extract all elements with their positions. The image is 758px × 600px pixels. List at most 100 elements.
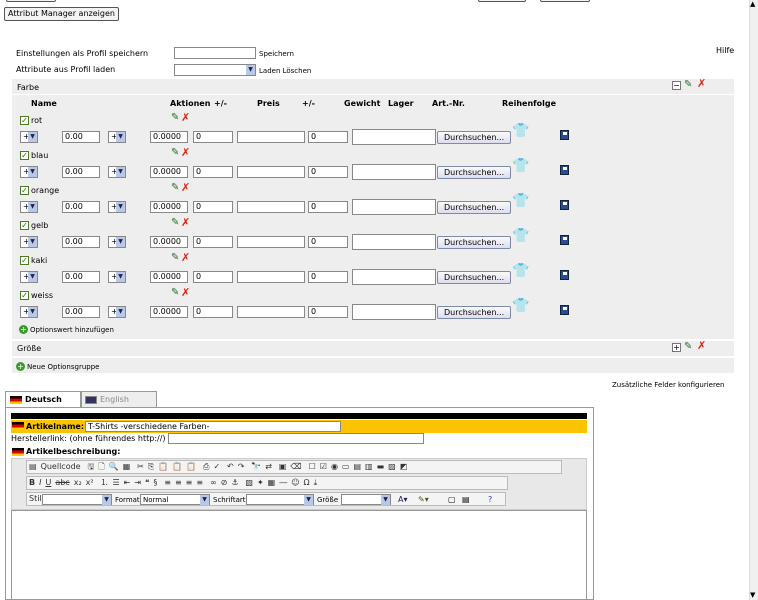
radio-icon[interactable]: ◉	[331, 461, 338, 473]
paste-text-icon[interactable]: 📋	[172, 461, 182, 473]
option-checkbox[interactable]: ✓	[20, 186, 29, 195]
checkbox-icon[interactable]: ☑	[320, 461, 327, 473]
file-input[interactable]	[352, 304, 436, 320]
edit-option-icon[interactable]: ✎	[171, 287, 179, 298]
price-sign-select[interactable]: + ▼	[20, 166, 38, 178]
scroll-down-icon[interactable]: ▼	[750, 591, 755, 599]
textarea-icon[interactable]: ▤	[353, 461, 361, 473]
flash-icon[interactable]: ✦	[257, 477, 264, 489]
edit-option-icon[interactable]: ✎	[171, 112, 179, 123]
source-button[interactable]: Quellcode	[41, 461, 81, 473]
delete-option-icon[interactable]: ✗	[181, 146, 190, 159]
form-icon[interactable]: ☐	[309, 461, 316, 473]
maximize-icon[interactable]: ▢	[448, 495, 456, 504]
new-page-icon[interactable]: 🗋	[98, 461, 104, 473]
top-button-left[interactable]	[6, 0, 56, 2]
hr-icon[interactable]: ―	[279, 477, 287, 489]
price-input[interactable]: 0.00	[62, 201, 100, 213]
align-center-icon[interactable]: ≡	[175, 477, 182, 489]
scroll-up-icon[interactable]: ▲	[750, 0, 755, 8]
italic-icon[interactable]: I	[39, 477, 41, 489]
edit-group-groesse-icon[interactable]: ✎	[684, 341, 692, 352]
order-input[interactable]: 0	[308, 131, 348, 143]
weight-input[interactable]: 0.0000	[150, 201, 188, 213]
stock-input[interactable]: 0	[193, 236, 233, 248]
file-input[interactable]	[352, 269, 436, 285]
select-icon[interactable]: ▥	[365, 461, 373, 473]
about-icon[interactable]: ?	[488, 495, 492, 504]
blockquote-icon[interactable]: ❝	[145, 477, 149, 489]
order-input[interactable]: 0	[308, 201, 348, 213]
extra-fields-link[interactable]: Zusätzliche Felder konfigurieren	[612, 381, 724, 389]
price-input[interactable]: 0.00	[62, 166, 100, 178]
profile-name-input[interactable]	[174, 47, 256, 59]
delete-option-icon[interactable]: ✗	[181, 216, 190, 229]
option-checkbox[interactable]: ✓	[20, 116, 29, 125]
weight-input[interactable]: 0.0000	[150, 166, 188, 178]
underline-icon[interactable]: U	[45, 477, 51, 489]
save-option-icon[interactable]	[560, 270, 569, 280]
help-link[interactable]: Hilfe	[716, 46, 734, 55]
delete-group-groesse-icon[interactable]: ✗	[697, 339, 706, 352]
weight-sign-select[interactable]: + ▼	[108, 166, 126, 178]
edit-option-icon[interactable]: ✎	[171, 182, 179, 193]
delete-option-icon[interactable]: ✗	[181, 181, 190, 194]
weight-sign-select[interactable]: + ▼	[108, 201, 126, 213]
attr-manager-button[interactable]: Attribut Manager anzeigen	[4, 7, 119, 21]
option-checkbox[interactable]: ✓	[20, 221, 29, 230]
div-icon[interactable]: §	[153, 477, 157, 489]
browse-button[interactable]: Durchsuchen...	[437, 166, 512, 179]
browse-button[interactable]: Durchsuchen...	[437, 236, 512, 249]
templates-icon[interactable]: ▦	[123, 461, 131, 473]
save-doc-icon[interactable]: 🖫	[87, 461, 94, 473]
bold-icon[interactable]: B	[29, 477, 35, 489]
browse-button[interactable]: Durchsuchen...	[437, 131, 512, 144]
size-select[interactable]: ▼	[341, 494, 391, 505]
format-select[interactable]: Normal ▼	[140, 494, 210, 505]
edit-option-icon[interactable]: ✎	[171, 147, 179, 158]
top-button-right[interactable]	[540, 0, 590, 2]
file-input[interactable]	[352, 129, 436, 145]
new-group-link[interactable]: Neue Optionsgruppe	[27, 363, 99, 371]
delete-option-icon[interactable]: ✗	[181, 111, 190, 124]
browse-button[interactable]: Durchsuchen...	[437, 271, 512, 284]
add-option-icon[interactable]: +	[19, 325, 28, 334]
image-icon[interactable]: ▧	[245, 477, 253, 489]
select-all-icon[interactable]: ▣	[279, 461, 287, 473]
special-char-icon[interactable]: Ω	[304, 477, 310, 489]
style-select[interactable]: ▼	[42, 494, 112, 505]
price-sign-select[interactable]: + ▼	[20, 306, 38, 318]
weight-input[interactable]: 0.0000	[150, 271, 188, 283]
editor-textarea[interactable]	[11, 510, 587, 600]
font-select[interactable]: ▼	[246, 494, 314, 505]
stock-input[interactable]: 0	[193, 306, 233, 318]
artnr-input[interactable]	[237, 131, 305, 143]
paste-word-icon[interactable]: 📋	[186, 461, 196, 473]
weight-sign-select[interactable]: + ▼	[108, 271, 126, 283]
outdent-icon[interactable]: ⇤	[124, 477, 131, 489]
weight-sign-select[interactable]: + ▼	[108, 306, 126, 318]
top-button-mid[interactable]	[478, 0, 526, 2]
find-icon[interactable]: 🔭	[251, 461, 261, 473]
pagebreak-icon[interactable]: ⤓	[314, 477, 318, 489]
artnr-input[interactable]	[237, 166, 305, 178]
file-input[interactable]	[352, 234, 436, 250]
profile-save-link[interactable]: Speichern	[259, 50, 294, 58]
replace-icon[interactable]: ⇄	[265, 461, 272, 473]
stock-input[interactable]: 0	[193, 131, 233, 143]
artikelname-input[interactable]: T-Shirts -verschiedene Farben-	[85, 421, 341, 432]
price-input[interactable]: 0.00	[62, 306, 100, 318]
price-sign-select[interactable]: + ▼	[20, 236, 38, 248]
save-option-icon[interactable]	[560, 305, 569, 315]
table-icon[interactable]: ▦	[268, 477, 276, 489]
option-checkbox[interactable]: ✓	[20, 291, 29, 300]
file-input[interactable]	[352, 199, 436, 215]
preview-icon[interactable]: 🔍	[109, 461, 119, 473]
link-icon[interactable]: ∞	[210, 477, 217, 489]
superscript-icon[interactable]: x²	[86, 477, 94, 489]
edit-group-icon[interactable]: ✎	[684, 79, 692, 90]
weight-input[interactable]: 0.0000	[150, 306, 188, 318]
show-blocks-icon[interactable]: ▤	[462, 495, 470, 504]
order-input[interactable]: 0	[308, 166, 348, 178]
cut-icon[interactable]: ✂	[137, 461, 144, 473]
